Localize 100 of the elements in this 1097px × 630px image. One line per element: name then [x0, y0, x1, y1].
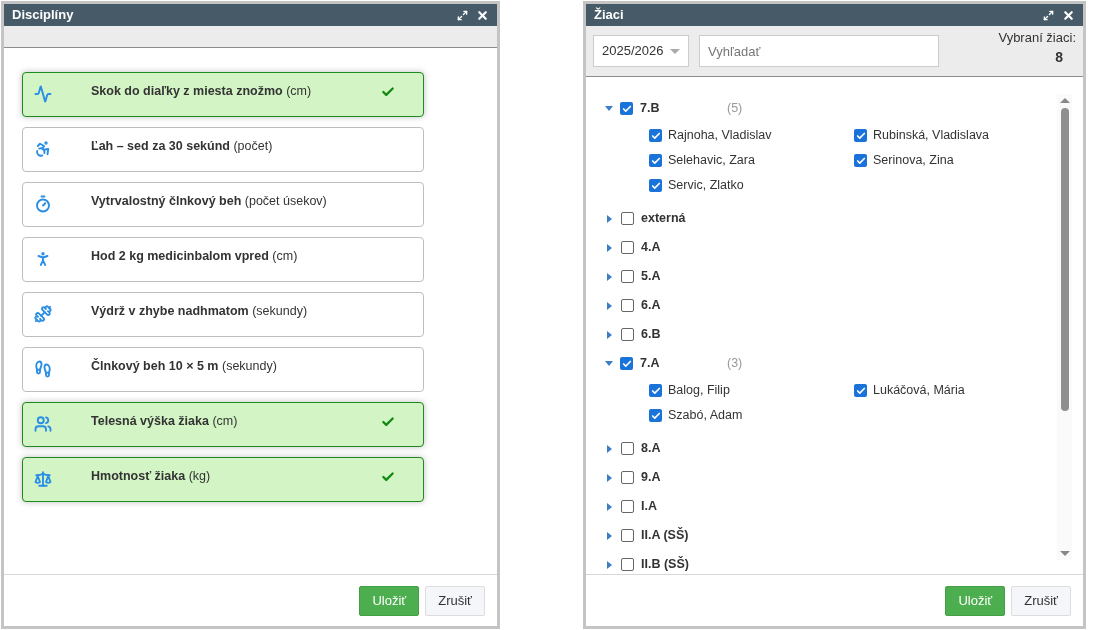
expand-caret-icon[interactable] [607, 330, 612, 339]
expand-caret-icon[interactable] [607, 243, 612, 252]
footprints-icon [34, 359, 52, 378]
checkbox[interactable] [621, 241, 634, 254]
expand-caret-icon[interactable] [607, 560, 612, 569]
checkbox[interactable] [621, 500, 634, 513]
group-label: II.A (SŠ) [641, 526, 690, 545]
student-name: Szabó, Adam [668, 407, 743, 425]
selected-count: 8 [1055, 48, 1063, 68]
checkbox[interactable] [621, 212, 634, 225]
discipline-item[interactable]: Vytrvalostný člnkový beh (počet úsekov) [22, 182, 424, 227]
maximize-icon[interactable] [1043, 9, 1054, 21]
window-title: Disciplíny [12, 6, 75, 25]
checkbox[interactable] [621, 529, 634, 542]
discipline-item[interactable]: Hmotnosť žiaka (kg) [22, 457, 424, 502]
year-select[interactable]: 2025/2026 [593, 35, 689, 67]
check-icon [650, 180, 661, 191]
checkbox[interactable] [649, 384, 662, 397]
discipline-item[interactable]: Skok do diaľky z miesta znožmo (cm) [22, 72, 424, 117]
student-name: Serinova, Zina [873, 152, 954, 170]
checkbox[interactable] [621, 270, 634, 283]
timer-icon [34, 194, 52, 213]
discipline-label: Vytrvalostný člnkový beh (počet úsekov) [91, 193, 328, 211]
selected-label: Vybraní žiaci: [998, 28, 1076, 47]
student-name: Servic, Zlatko [668, 177, 744, 195]
expand-caret-icon[interactable] [607, 214, 612, 223]
check-icon [855, 155, 866, 166]
checkbox[interactable] [649, 154, 662, 167]
check-icon [381, 84, 395, 99]
discipline-item[interactable]: Výdrž v zhybe nadhmatom (sekundy) [22, 292, 424, 337]
people-icon [34, 414, 52, 433]
group-label: 6.B [641, 326, 662, 344]
discipline-item[interactable]: Telesná výška žiaka (cm) [22, 402, 424, 447]
checkbox[interactable] [621, 471, 634, 484]
check-icon [650, 155, 661, 166]
group-label: 8.A [641, 440, 662, 458]
dumbbell-icon [34, 304, 52, 323]
discipline-label: Hod 2 kg medicinbalom vpred (cm) [91, 248, 299, 266]
check-icon [381, 414, 395, 429]
check-icon [650, 410, 661, 421]
discipline-item[interactable]: Hod 2 kg medicinbalom vpred (cm) [22, 237, 424, 282]
group-count: (3) [727, 355, 743, 373]
discipline-label: Výdrž v zhybe nadhmatom (sekundy) [91, 303, 309, 321]
discipline-label: Skok do diaľky z miesta znožmo (cm) [91, 83, 313, 101]
group-label: 7.B [640, 100, 661, 118]
maximize-icon[interactable] [457, 9, 468, 21]
discipline-item[interactable]: Ľah – sed za 30 sekúnd (počet) [22, 127, 424, 172]
checkbox[interactable] [649, 179, 662, 192]
checkbox[interactable] [621, 299, 634, 312]
scrollbar[interactable] [1057, 94, 1072, 560]
group-label: I.A [641, 498, 658, 516]
group-label: 5.A [641, 268, 662, 286]
close-icon[interactable] [476, 8, 489, 22]
student-name: Selehavic, Zara [668, 152, 755, 170]
discipline-label: Ľah – sed za 30 sekúnd (počet) [91, 138, 274, 156]
check-icon [855, 130, 866, 141]
checkbox[interactable] [649, 129, 662, 142]
cancel-button[interactable]: Zrušiť [1011, 585, 1071, 616]
expand-caret-icon[interactable] [607, 502, 612, 511]
checkbox[interactable] [620, 357, 633, 370]
scale-icon [34, 469, 52, 488]
student-name: Rubinská, Vladislava [873, 127, 990, 145]
group-label: 9.A [641, 469, 662, 487]
group-label: 7.A [640, 355, 661, 373]
group-count: (5) [727, 100, 743, 118]
checkbox[interactable] [621, 558, 634, 571]
discipline-label: Člnkový beh 10 × 5 m (sekundy) [91, 357, 278, 376]
checkbox[interactable] [621, 328, 634, 341]
group-label: II.B (SŠ) [641, 555, 690, 574]
check-icon [855, 385, 866, 396]
discipline-item[interactable]: Člnkový beh 10 × 5 m (sekundy) [22, 347, 424, 392]
student-name: Balog, Filip [668, 382, 730, 400]
checkbox[interactable] [621, 442, 634, 455]
group-label: externá [641, 210, 687, 228]
checkbox[interactable] [854, 154, 867, 167]
group-label: 6.A [641, 297, 662, 315]
student-name: Lukáčová, Mária [873, 382, 965, 400]
check-icon [621, 103, 632, 114]
collapse-caret-icon[interactable] [605, 361, 613, 366]
expand-caret-icon[interactable] [607, 473, 612, 482]
expand-caret-icon[interactable] [607, 531, 612, 540]
checkbox[interactable] [854, 129, 867, 142]
check-icon [621, 358, 632, 369]
checkbox[interactable] [620, 102, 633, 115]
discipline-label: Telesná výška žiaka (cm) [91, 413, 239, 431]
search-field[interactable]: Vyhľadať [699, 35, 939, 67]
window-title: Žiaci [594, 6, 625, 25]
expand-caret-icon[interactable] [607, 444, 612, 453]
expand-caret-icon[interactable] [607, 301, 612, 310]
dropdown-caret-icon [670, 48, 680, 54]
checkbox[interactable] [649, 409, 662, 422]
discipline-label: Hmotnosť žiaka (kg) [91, 468, 212, 486]
check-icon [381, 469, 395, 484]
cancel-button[interactable]: Zrušiť [425, 585, 485, 616]
expand-caret-icon[interactable] [607, 272, 612, 281]
group-label: 4.A [641, 239, 662, 257]
student-name: Rajnoha, Vladislav [668, 127, 772, 145]
checkbox[interactable] [854, 384, 867, 397]
close-icon[interactable] [1062, 8, 1075, 22]
collapse-caret-icon[interactable] [605, 106, 613, 111]
